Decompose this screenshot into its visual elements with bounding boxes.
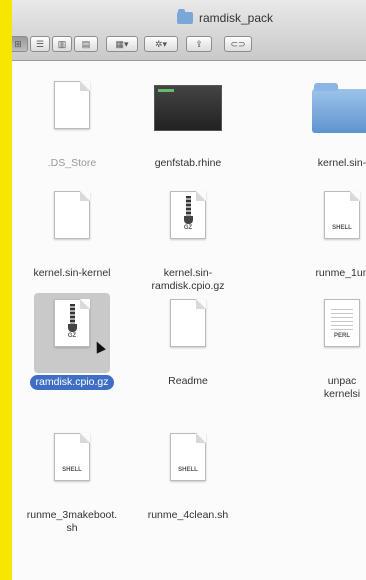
arrange-menu-icon: ▦ <box>115 38 124 49</box>
file-type-tag: GZ <box>183 225 193 231</box>
file-name: kernel.sin- <box>317 157 366 169</box>
file-type-tag: SHELL <box>332 225 352 231</box>
perl-script-icon: PERL <box>324 299 360 347</box>
gzip-archive-icon: GZ <box>170 191 206 239</box>
file-name: runme_1un <box>315 267 366 279</box>
column-view-icon: ▥ <box>57 38 67 49</box>
chevron-down-icon: ▾ <box>123 38 129 49</box>
file-name: .DS_Store <box>47 157 97 169</box>
gear-icon: ✲ <box>154 38 163 49</box>
file-item[interactable]: PERL unpac kernelsi <box>284 297 366 402</box>
blank-document-icon <box>54 191 90 239</box>
file-item[interactable]: SHELL runme_1un <box>284 189 366 281</box>
finder-window: ramdisk_pack ⊞ ☰ ▥ ▤ ▦ ▾ ✲ ▾ ⇪ ⊂⊃ .DS_St… <box>12 0 366 580</box>
coverflow-view-button[interactable]: ▤ <box>74 36 98 52</box>
share-button[interactable]: ⇪ <box>186 36 212 52</box>
file-item[interactable]: GZ kernel.sin- ramdisk.cpio.gz <box>130 189 246 294</box>
shell-script-icon: SHELL <box>324 191 360 239</box>
share-icon: ⇪ <box>195 38 203 49</box>
window-title: ramdisk_pack <box>177 9 273 27</box>
chevron-down-icon: ▾ <box>162 38 168 49</box>
file-item[interactable]: Readme <box>130 297 246 389</box>
file-type-tag: PERL <box>333 333 350 339</box>
file-item[interactable]: kernel.sin- <box>284 79 366 171</box>
file-item[interactable]: .DS_Store <box>14 79 130 171</box>
file-type-tag: SHELL <box>178 467 198 473</box>
file-item[interactable]: SHELL runme_3makeboot. sh <box>14 431 130 536</box>
edit-tags-icon: ⊂⊃ <box>230 38 246 49</box>
file-name: genfstab.rhine <box>154 157 222 169</box>
list-view-button[interactable]: ☰ <box>30 36 50 52</box>
file-name: runme_3makeboot. sh <box>26 509 118 534</box>
file-item[interactable]: SHELL runme_4clean.sh <box>130 431 246 523</box>
file-name: kernel.sin- ramdisk.cpio.gz <box>151 267 225 292</box>
coverflow-view-icon: ▤ <box>81 38 91 49</box>
blank-document-icon <box>170 299 206 347</box>
window-title-text: ramdisk_pack <box>199 11 274 25</box>
file-icon-grid: .DS_Store genfstab.rhine kernel.sin- ker… <box>12 61 366 580</box>
file-type-tag: SHELL <box>62 467 82 473</box>
shell-script-icon: SHELL <box>54 433 90 481</box>
folder-icon <box>177 9 193 24</box>
window-titlebar[interactable]: ramdisk_pack ⊞ ☰ ▥ ▤ ▦ ▾ ✲ ▾ ⇪ ⊂⊃ <box>12 0 366 61</box>
icon-view-icon: ⊞ <box>14 38 22 49</box>
file-name: ramdisk.cpio.gz <box>29 375 115 390</box>
file-item[interactable]: genfstab.rhine <box>130 79 246 171</box>
gzip-archive-icon: GZ <box>54 299 90 347</box>
terminal-executable-icon <box>154 85 222 131</box>
folder-icon <box>312 83 366 133</box>
icon-view-button[interactable]: ⊞ <box>12 36 28 52</box>
file-name: runme_4clean.sh <box>147 509 229 521</box>
file-name: kernel.sin-kernel <box>33 267 111 279</box>
file-item-selected[interactable]: GZ ramdisk.cpio.gz <box>14 293 130 390</box>
arrange-menu-button[interactable]: ▦ ▾ <box>106 36 138 52</box>
file-name: unpac kernelsi <box>323 375 361 400</box>
shell-script-icon: SHELL <box>170 433 206 481</box>
edit-tags-button[interactable]: ⊂⊃ <box>224 36 252 52</box>
file-name: Readme <box>168 375 208 387</box>
file-item[interactable]: kernel.sin-kernel <box>14 189 130 281</box>
blank-document-icon <box>54 81 90 129</box>
column-view-button[interactable]: ▥ <box>52 36 72 52</box>
list-view-icon: ☰ <box>35 38 45 49</box>
action-menu-button[interactable]: ✲ ▾ <box>144 36 178 52</box>
file-type-tag: GZ <box>67 333 77 339</box>
